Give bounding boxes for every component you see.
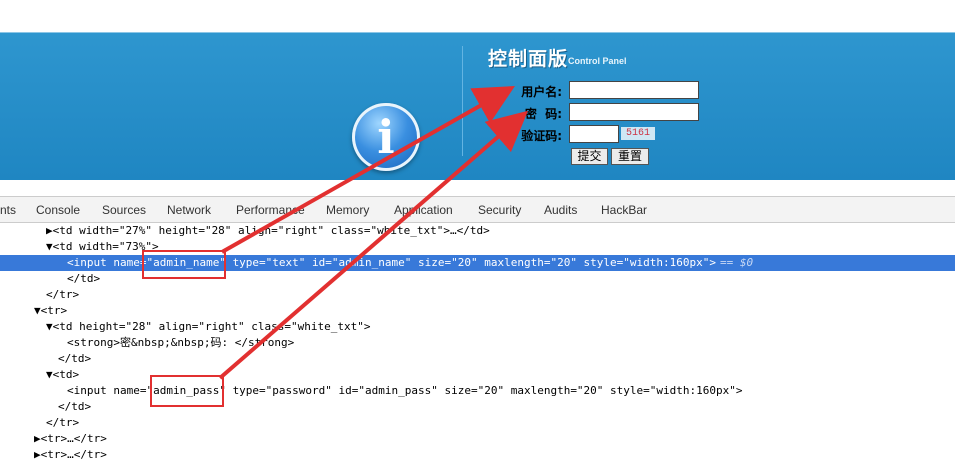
captcha-field[interactable] [569,125,619,143]
tab-hackbar[interactable]: HackBar [601,203,647,217]
panel-title: 控制面版 [488,48,569,70]
username-field[interactable] [569,81,699,99]
console-ref: == $0 [720,256,754,269]
tab-security[interactable]: Security [478,203,521,217]
dom-node[interactable]: </tr> [46,415,79,431]
tab-memory[interactable]: Memory [326,203,369,217]
captcha-image[interactable]: 5161 [621,127,655,140]
dom-node[interactable]: </td> [58,351,91,367]
password-label: 密 码: [524,107,562,121]
tab-network[interactable]: Network [167,203,211,217]
info-icon: i [352,103,420,171]
dom-node[interactable]: <strong>密&nbsp;&nbsp;码: </strong> [67,335,294,351]
tab-audits[interactable]: Audits [544,203,577,217]
tab-performance[interactable]: Performance [236,203,305,217]
dom-node[interactable]: </td> [58,399,91,415]
submit-button[interactable]: 提交 [571,148,608,165]
devtools-panel: nts Console Sources Network Performance … [0,196,955,464]
dom-node[interactable]: ▼<td height="28" align="right" class="wh… [46,319,371,335]
password-field[interactable] [569,103,699,121]
dom-node[interactable]: ▼<td> [46,367,79,383]
dom-node[interactable]: ▶<tr>…</tr> [34,447,107,463]
username-label: 用户名: [521,85,562,99]
dom-node[interactable]: ▼<tr> [34,303,67,319]
devtools-tabs: nts Console Sources Network Performance … [0,197,955,223]
reset-button[interactable]: 重置 [611,148,649,165]
dom-node[interactable]: ▶<tr>…</tr> [34,431,107,447]
panel-divider [462,46,463,156]
tab-application[interactable]: Application [394,203,453,217]
panel-subtitle: Control Panel [568,56,627,66]
tab-sources[interactable]: Sources [102,203,146,217]
dom-node[interactable]: </td> [67,271,100,287]
info-glyph: i [377,110,395,164]
tab-elements[interactable]: nts [0,203,16,217]
tab-console[interactable]: Console [36,203,80,217]
dom-node[interactable]: </tr> [46,287,79,303]
highlight-box-admin-name [142,250,226,279]
highlight-box-admin-pass [150,375,224,407]
control-panel: i [0,32,955,180]
captcha-label: 验证码: [521,129,562,143]
dom-node[interactable]: ▶<td width="27%" height="28" align="righ… [46,223,490,239]
